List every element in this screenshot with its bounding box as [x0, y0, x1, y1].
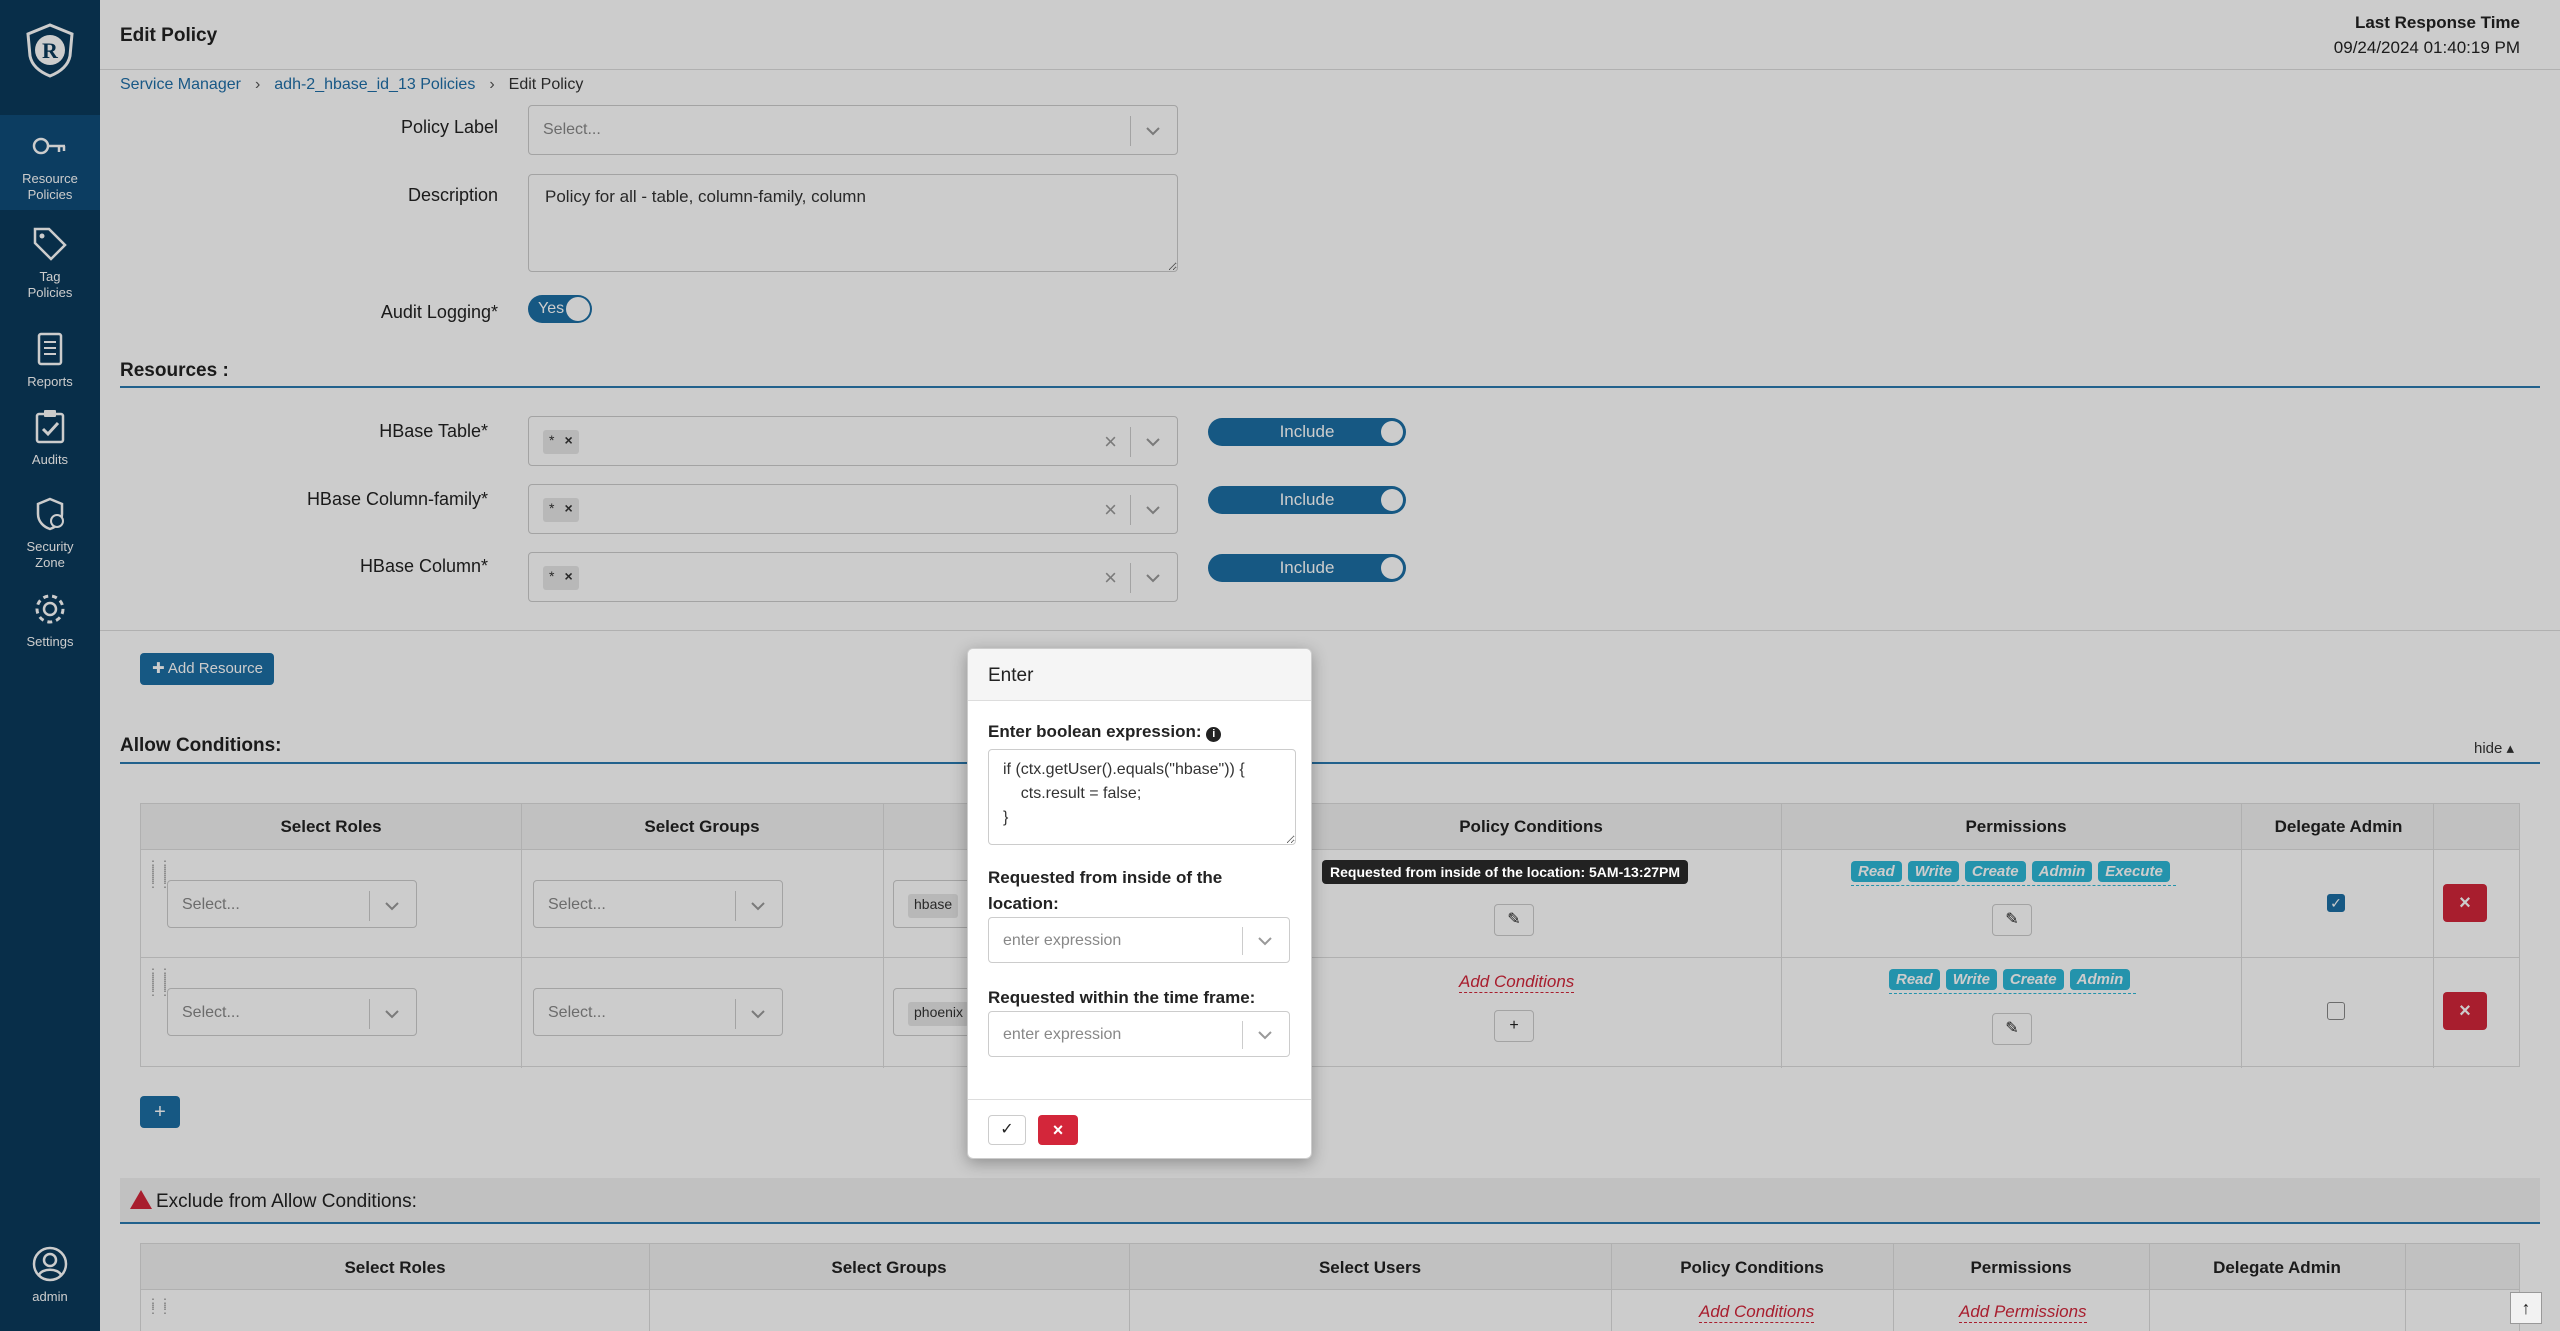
cancel-button[interactable]: ×: [1038, 1115, 1078, 1145]
chevron-down-icon: [1258, 937, 1272, 946]
select-divider: [1242, 927, 1243, 955]
check-icon: ✓: [1000, 1121, 1014, 1138]
location-expression-select[interactable]: enter expression: [988, 917, 1290, 963]
popover-title: Enter: [968, 649, 1311, 701]
time-frame-label: Requested within the time frame:: [988, 988, 1256, 1007]
scroll-to-top-button[interactable]: ↑: [2510, 1292, 2542, 1324]
conditions-popover: Enter Enter boolean expression: i if (ct…: [967, 648, 1312, 1159]
info-icon[interactable]: i: [1206, 727, 1222, 742]
condition-tooltip: Requested from inside of the location: 5…: [1322, 860, 1689, 884]
location-label: Requested from inside of the location:: [988, 868, 1223, 913]
boolean-expression-textarea[interactable]: if (ctx.getUser().equals("hbase")) { cts…: [988, 749, 1296, 845]
boolean-expression-label-text: Enter boolean expression:: [988, 722, 1202, 741]
time-frame-expression-select[interactable]: enter expression: [988, 1011, 1290, 1057]
arrow-up-icon: ↑: [2521, 1298, 2531, 1318]
popover-footer: [968, 1099, 1311, 1100]
location-placeholder: enter expression: [1003, 932, 1122, 949]
chevron-down-icon: [1258, 1031, 1272, 1040]
confirm-button[interactable]: ✓: [988, 1115, 1026, 1145]
time-frame-placeholder: enter expression: [1003, 1026, 1122, 1043]
boolean-expression-label: Enter boolean expression: i: [988, 719, 1222, 745]
close-icon: ×: [1052, 1120, 1064, 1140]
select-divider: [1242, 1021, 1243, 1049]
